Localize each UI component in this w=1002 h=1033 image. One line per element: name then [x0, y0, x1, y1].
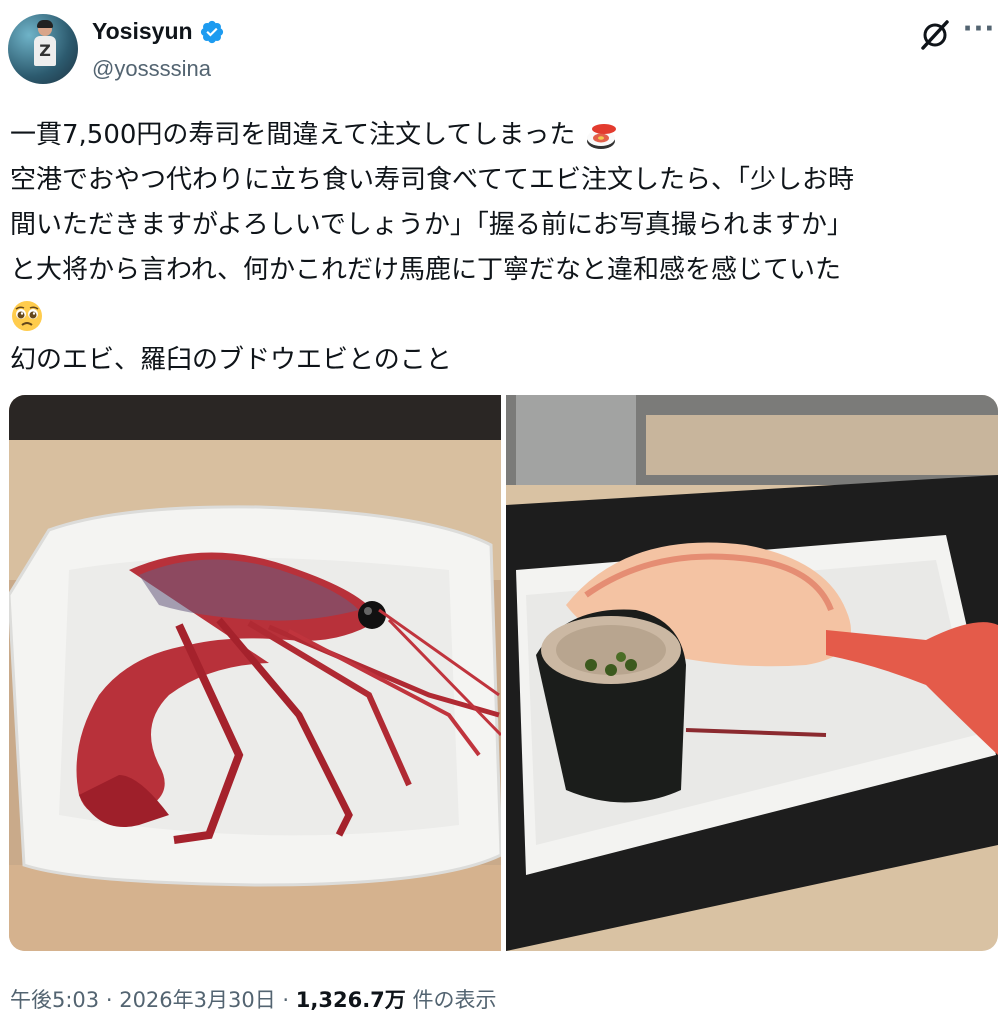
view-count: 1,326.7万	[295, 988, 406, 1012]
author-name-row: Yosisyun	[92, 18, 225, 45]
pleading-face-emoji	[12, 300, 42, 331]
tweet-line: 一貫7,500円の寿司を間違えて注文してしまった	[10, 113, 995, 158]
tweet-line: 空港でおやつ代わりに立ち食い寿司食べててエビ注文したら、「少しお時	[10, 158, 995, 203]
tweet-line-text: と大将から言われ、何かこれだけ馬鹿に丁寧だなと違和感を感じていた	[10, 255, 841, 285]
verified-badge-icon	[200, 20, 223, 43]
tweet-line: 幻のエビ、羅臼のブドウエビとのこと	[10, 338, 995, 383]
photo-shrimp-nigiri-image	[506, 395, 998, 951]
tweet-time[interactable]: 午後5:03	[10, 988, 99, 1012]
tweet-line-text: 幻のエビ、羅臼のブドウエビとのこと	[10, 345, 452, 375]
tweet-line-text: 空港でおやつ代わりに立ち食い寿司食べててエビ注文したら、「少しお時	[10, 165, 854, 195]
avatar-figure: Z	[34, 20, 56, 76]
tweet-meta: 午後5:03 · 2026年3月30日 · 1,326.7万 件の表示	[10, 984, 496, 1014]
tweet-line: と大将から言われ、何かこれだけ馬鹿に丁寧だなと違和感を感じていた	[10, 248, 995, 293]
more-options-icon[interactable]: ···	[962, 16, 996, 50]
tweet-line-text: 一貫7,500円の寿司を間違えて注文してしまった	[10, 120, 576, 150]
author-display-name[interactable]: Yosisyun	[92, 18, 193, 45]
photo-shrimp-nigiri[interactable]	[506, 395, 998, 951]
avatar[interactable]: Z	[8, 14, 78, 84]
meta-separator: ·	[275, 988, 296, 1012]
meta-separator: ·	[99, 988, 120, 1012]
tweet-line-text: 間いただきますがよろしいでしょうか」「握る前にお写真撮られますか」	[10, 210, 853, 240]
sushi-emoji	[586, 123, 616, 149]
view-count-label: 件の表示	[405, 988, 497, 1012]
tweet-text: 一貫7,500円の寿司を間違えて注文してしまった 空港でおやつ代わりに立ち食い寿…	[10, 113, 995, 383]
tweet-date[interactable]: 2026年3月30日	[119, 988, 276, 1012]
tweet-line: 間いただきますがよろしいでしょうか」「握る前にお写真撮られますか」	[10, 203, 995, 248]
author-handle[interactable]: @yossssina	[92, 56, 211, 82]
photo-raw-shrimp[interactable]	[9, 395, 501, 951]
grok-icon[interactable]	[918, 18, 952, 52]
tweet-line	[10, 293, 995, 338]
photo-raw-shrimp-image	[9, 395, 501, 951]
